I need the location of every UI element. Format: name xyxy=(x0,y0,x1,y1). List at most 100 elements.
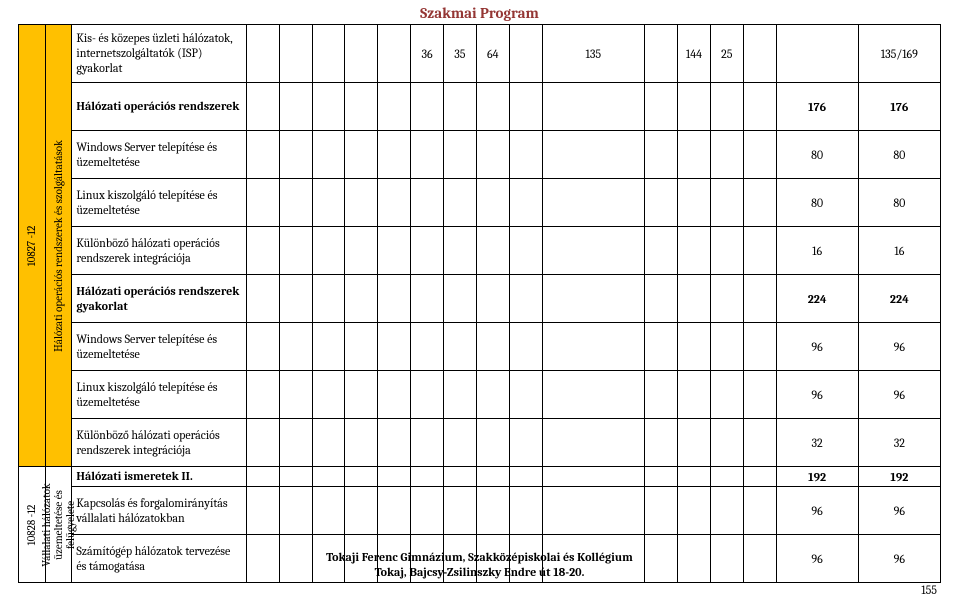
table-cell xyxy=(246,487,279,535)
table-row: Hálózati operációs rendszerek gyakorlat2… xyxy=(19,275,941,323)
table-cell xyxy=(678,83,711,131)
table-cell xyxy=(312,83,345,131)
table-cell xyxy=(509,275,542,323)
page-title: Szakmai Program xyxy=(18,4,941,22)
table-cell xyxy=(645,275,678,323)
table-cell: 135 xyxy=(542,25,645,83)
table-cell: 36 xyxy=(411,25,444,83)
table-cell xyxy=(645,179,678,227)
group-label: Hálózati operációs rendszerek és szolgál… xyxy=(45,25,72,467)
table-row: Linux kiszolgáló telepítése és üzemeltet… xyxy=(19,179,941,227)
group-code-text: 10827 -12 xyxy=(26,225,38,266)
table-cell: 16 xyxy=(858,227,940,275)
table-cell xyxy=(509,83,542,131)
table-cell xyxy=(411,487,444,535)
table-cell xyxy=(443,227,476,275)
table-cell xyxy=(246,371,279,419)
table-cell xyxy=(542,179,645,227)
table-cell xyxy=(710,467,743,487)
table-cell xyxy=(678,371,711,419)
table-cell xyxy=(476,83,509,131)
table-cell xyxy=(443,83,476,131)
table-cell xyxy=(645,83,678,131)
table-cell xyxy=(345,467,378,487)
table-cell xyxy=(246,419,279,467)
table-cell: 96 xyxy=(776,487,858,535)
table-cell xyxy=(776,25,858,83)
table-cell xyxy=(345,371,378,419)
table-cell xyxy=(678,131,711,179)
table-cell xyxy=(411,275,444,323)
table-cell xyxy=(246,83,279,131)
row-description: Kapcsolás és forgalomirányítás vállalati… xyxy=(72,487,247,535)
table-cell xyxy=(645,371,678,419)
table-cell xyxy=(542,467,645,487)
table-cell xyxy=(443,179,476,227)
table-cell xyxy=(476,487,509,535)
table-cell xyxy=(246,227,279,275)
row-description: Különböző hálózati operációs rendszerek … xyxy=(72,227,247,275)
table-cell xyxy=(345,419,378,467)
table-cell xyxy=(710,227,743,275)
table-cell: 176 xyxy=(858,83,940,131)
table-cell xyxy=(509,419,542,467)
row-description: Hálózati operációs rendszerek xyxy=(72,83,247,131)
table-cell xyxy=(246,131,279,179)
page-number: 155 xyxy=(921,583,937,597)
row-description: Kis- és közepes üzleti hálózatok, intern… xyxy=(72,25,247,83)
table-cell xyxy=(312,487,345,535)
table-cell xyxy=(378,25,411,83)
table-cell xyxy=(378,323,411,371)
table-cell xyxy=(345,131,378,179)
table-cell xyxy=(378,467,411,487)
table-cell xyxy=(476,323,509,371)
table-cell xyxy=(645,227,678,275)
table-cell: 224 xyxy=(776,275,858,323)
table-cell xyxy=(476,371,509,419)
table-cell xyxy=(743,419,776,467)
table-cell xyxy=(279,371,312,419)
curriculum-table: 10827 -12 Hálózati operációs rendszerek é… xyxy=(18,24,941,583)
table-row: Kapcsolás és forgalomirányítás vállalati… xyxy=(19,487,941,535)
table-cell xyxy=(378,83,411,131)
table-cell xyxy=(411,371,444,419)
table-cell xyxy=(645,419,678,467)
table-cell xyxy=(312,179,345,227)
table-cell xyxy=(509,179,542,227)
table-cell xyxy=(509,227,542,275)
table-row: Különböző hálózati operációs rendszerek … xyxy=(19,227,941,275)
table-row: Linux kiszolgáló telepítése és üzemeltet… xyxy=(19,371,941,419)
table-cell xyxy=(743,227,776,275)
table-cell xyxy=(443,131,476,179)
table-cell xyxy=(279,323,312,371)
footer-line-2: Tokaj, Bajcsy-Zsilinszky Endre út 18-20. xyxy=(375,565,585,579)
table-cell: 25 xyxy=(710,25,743,83)
table-cell: 32 xyxy=(776,419,858,467)
table-cell xyxy=(246,179,279,227)
table-cell: 192 xyxy=(858,467,940,487)
table-cell xyxy=(279,419,312,467)
group-code: 10827 -12 xyxy=(19,25,46,467)
table-cell xyxy=(542,323,645,371)
table-cell xyxy=(710,419,743,467)
table-cell xyxy=(443,371,476,419)
table-cell xyxy=(411,323,444,371)
table-cell xyxy=(678,275,711,323)
table-cell xyxy=(345,275,378,323)
table-cell xyxy=(279,487,312,535)
table-cell xyxy=(645,467,678,487)
table-cell xyxy=(743,131,776,179)
table-cell: 176 xyxy=(776,83,858,131)
table-cell xyxy=(443,487,476,535)
table-cell xyxy=(378,371,411,419)
table-cell: 16 xyxy=(776,227,858,275)
table-cell xyxy=(743,323,776,371)
table-cell xyxy=(542,131,645,179)
table-cell xyxy=(743,467,776,487)
table-cell xyxy=(312,371,345,419)
table-cell xyxy=(279,25,312,83)
table-cell xyxy=(312,467,345,487)
table-cell: 224 xyxy=(858,275,940,323)
table-cell xyxy=(378,131,411,179)
table-cell xyxy=(509,131,542,179)
